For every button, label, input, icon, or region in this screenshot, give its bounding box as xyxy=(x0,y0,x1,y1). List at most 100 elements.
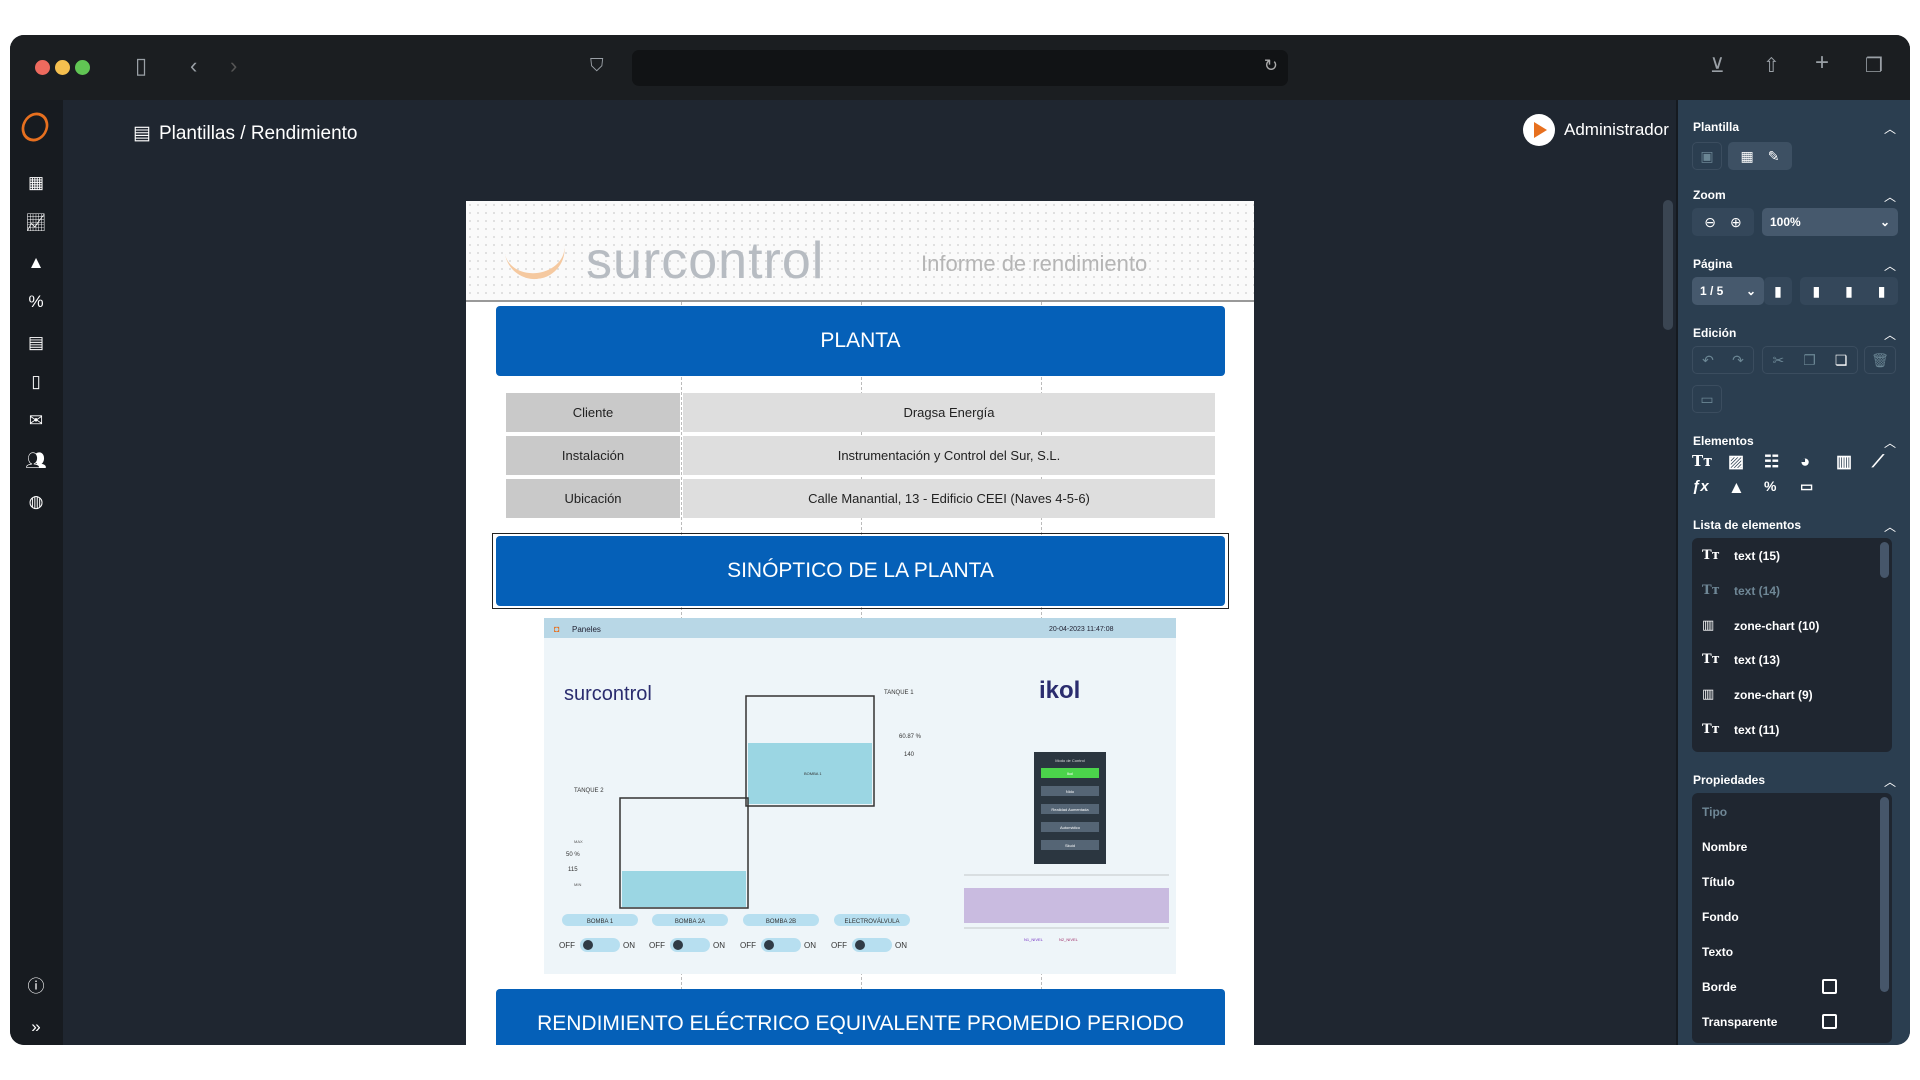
new-tab-icon[interactable]: + xyxy=(1815,49,1829,77)
paste-icon[interactable]: ❏ xyxy=(1835,352,1848,369)
tank-1-value: 140 xyxy=(904,752,915,758)
add-kpi-icon[interactable]: ▭ xyxy=(1800,478,1813,495)
section-planta[interactable]: PLANTA xyxy=(496,306,1225,376)
reload-icon[interactable]: ↻ xyxy=(1264,56,1278,76)
share-icon[interactable]: ⇧ xyxy=(1763,53,1780,78)
transparente-checkbox[interactable] xyxy=(1822,1014,1837,1029)
section-elementos[interactable]: Elementos xyxy=(1693,434,1754,448)
element-list: Tᴛ text (15) Tᴛ text (14) ▥ zone-chart (10)… xyxy=(1692,538,1892,752)
forward-icon[interactable]: › xyxy=(230,53,237,79)
prop-fondo[interactable]: Fondo xyxy=(1702,910,1739,924)
collapse-icon[interactable]: ︿ xyxy=(1884,120,1896,137)
section-propiedades[interactable]: Propiedades xyxy=(1693,773,1765,787)
report-icon[interactable]: ▤ xyxy=(24,331,48,355)
section-edicion[interactable]: Edición xyxy=(1693,326,1736,340)
prop-titulo[interactable]: Título xyxy=(1702,875,1735,889)
close-window-button[interactable] xyxy=(35,60,50,75)
add-pie-chart-icon[interactable]: ◕ xyxy=(1800,452,1810,472)
switch-label: ELECTROVÁLVULA xyxy=(845,918,900,925)
add-percent-icon[interactable]: % xyxy=(1764,478,1776,494)
back-icon[interactable]: ‹ xyxy=(190,53,197,79)
list-item[interactable]: ▥ zone-chart (10) xyxy=(1702,618,1819,633)
borde-checkbox[interactable] xyxy=(1822,979,1837,994)
zoom-out-icon[interactable]: ⊖ xyxy=(1704,214,1716,231)
list-item[interactable]: Tᴛ text (13) xyxy=(1702,652,1780,667)
list-item-label: zone-chart (10) xyxy=(1734,618,1820,633)
page-up-icon[interactable]: ▮ xyxy=(1812,283,1820,300)
list-item[interactable]: Tᴛ text (14) xyxy=(1702,583,1780,598)
copy-icon[interactable]: ❐ xyxy=(1803,352,1816,369)
properties-scrollbar[interactable] xyxy=(1880,797,1889,992)
add-alert-icon[interactable]: ▲ xyxy=(1728,478,1745,498)
prop-nombre[interactable]: Nombre xyxy=(1702,840,1747,854)
users-icon[interactable]: 👥︎ xyxy=(24,449,48,473)
zoom-in-icon[interactable]: ⊕ xyxy=(1730,214,1742,231)
tabs-icon[interactable]: ❐ xyxy=(1865,53,1883,78)
redo-icon[interactable]: ↷ xyxy=(1732,352,1744,369)
section-rendimiento[interactable]: RENDIMIENTO ELÉCTRICO EQUIVALENTE PROMED… xyxy=(496,989,1225,1045)
canvas-scrollbar[interactable] xyxy=(1663,200,1673,330)
page-down-icon[interactable]: ▮ xyxy=(1845,283,1853,300)
plant-info-table[interactable]: Cliente Dragsa Energía Instalación Instrum… xyxy=(506,393,1215,522)
dashboard-icon[interactable]: ▦ xyxy=(24,171,48,195)
alert-icon[interactable]: ▲ xyxy=(24,251,48,275)
off-label: OFF xyxy=(559,941,575,950)
new-page-icon[interactable]: ▮ xyxy=(1764,277,1792,305)
address-bar[interactable]: ↻ xyxy=(632,50,1288,86)
section-sinoptico[interactable]: SINÓPTICO DE LA PLANTA xyxy=(496,536,1225,606)
list-item[interactable]: ▥ zone-chart (9) xyxy=(1702,687,1813,702)
report-title[interactable]: Informe de rendimiento xyxy=(921,251,1147,277)
add-formula-icon[interactable]: ƒx xyxy=(1692,478,1709,495)
list-scrollbar[interactable] xyxy=(1880,542,1889,578)
collapse-icon[interactable]: ︿ xyxy=(1884,188,1896,205)
report-header[interactable]: surcontrol Informe de rendimiento xyxy=(466,201,1254,302)
maximize-window-button[interactable] xyxy=(75,60,90,75)
add-line-chart-icon[interactable]: ⟋ xyxy=(1872,452,1884,472)
section-pagina[interactable]: Página xyxy=(1693,257,1732,271)
table-row: Cliente Dragsa Energía xyxy=(506,393,1215,432)
download-icon[interactable]: ⊻ xyxy=(1710,53,1725,78)
section-plantilla[interactable]: Plantilla xyxy=(1693,120,1739,134)
page-delete-icon[interactable]: ▮ xyxy=(1878,283,1886,300)
grid-icon[interactable]: ▦ xyxy=(1741,148,1754,165)
add-table-icon[interactable]: ☷ xyxy=(1764,452,1779,472)
collapse-icon[interactable]: ︿ xyxy=(1884,257,1896,274)
prop-texto[interactable]: Texto xyxy=(1702,945,1733,959)
editor-area: ▤ Plantillas / Rendimiento Administrador … xyxy=(63,100,1676,1045)
window-icon[interactable]: ▭ xyxy=(1692,385,1722,413)
collapse-icon[interactable]: ︿ xyxy=(1884,434,1896,451)
collapse-icon[interactable]: ︿ xyxy=(1884,773,1896,790)
page-select[interactable]: 1 / 5 ⌄ xyxy=(1692,277,1764,305)
expand-icon[interactable]: » xyxy=(24,1015,48,1039)
app-logo[interactable] xyxy=(16,107,54,147)
user-menu[interactable]: Administrador xyxy=(1523,114,1669,146)
comment-icon[interactable]: ✉ xyxy=(24,409,48,433)
section-zoom[interactable]: Zoom xyxy=(1693,188,1726,202)
zoom-select[interactable]: 100% ⌄ xyxy=(1762,208,1898,236)
save-icon[interactable]: ▣ xyxy=(1692,142,1722,170)
cut-icon[interactable]: ✂ xyxy=(1773,352,1785,369)
shield-icon[interactable]: ⛉ xyxy=(590,55,604,76)
list-item[interactable]: Tᴛ text (11) xyxy=(1702,722,1779,737)
report-page[interactable]: surcontrol Informe de rendimiento PLANTA… xyxy=(466,201,1254,1045)
edit-icon[interactable]: ✎ xyxy=(1768,148,1780,165)
undo-icon[interactable]: ↶ xyxy=(1702,352,1714,369)
add-text-icon[interactable]: Tᴛ xyxy=(1692,452,1712,470)
info-icon[interactable]: ⓘ xyxy=(24,975,48,999)
globe-icon[interactable]: ◍ xyxy=(24,490,48,514)
add-image-icon[interactable]: ▨ xyxy=(1728,452,1744,472)
document-icon[interactable]: ▯ xyxy=(24,370,48,394)
collapse-icon[interactable]: ︿ xyxy=(1884,326,1896,343)
list-item[interactable]: Tᴛ text (15) xyxy=(1702,548,1780,563)
line-chart-icon[interactable]: 📈︎ xyxy=(24,211,48,235)
sidebar-toggle-icon[interactable]: ▯ xyxy=(135,53,147,79)
tank-1-percent: 60.87 % xyxy=(899,734,922,740)
add-bar-chart-icon[interactable]: ▥ xyxy=(1836,452,1852,472)
percent-icon[interactable]: % xyxy=(24,290,48,314)
minimize-window-button[interactable] xyxy=(55,60,70,75)
page-value: 1 / 5 xyxy=(1700,284,1724,298)
synoptic-image[interactable]: ◘ Paneles 20-04-2023 11:47:08 surcontrol… xyxy=(544,618,1176,974)
delete-icon[interactable]: 🗑︎ xyxy=(1864,346,1896,374)
collapse-icon[interactable]: ︿ xyxy=(1884,518,1896,535)
section-lista[interactable]: Lista de elementos xyxy=(1693,518,1801,532)
